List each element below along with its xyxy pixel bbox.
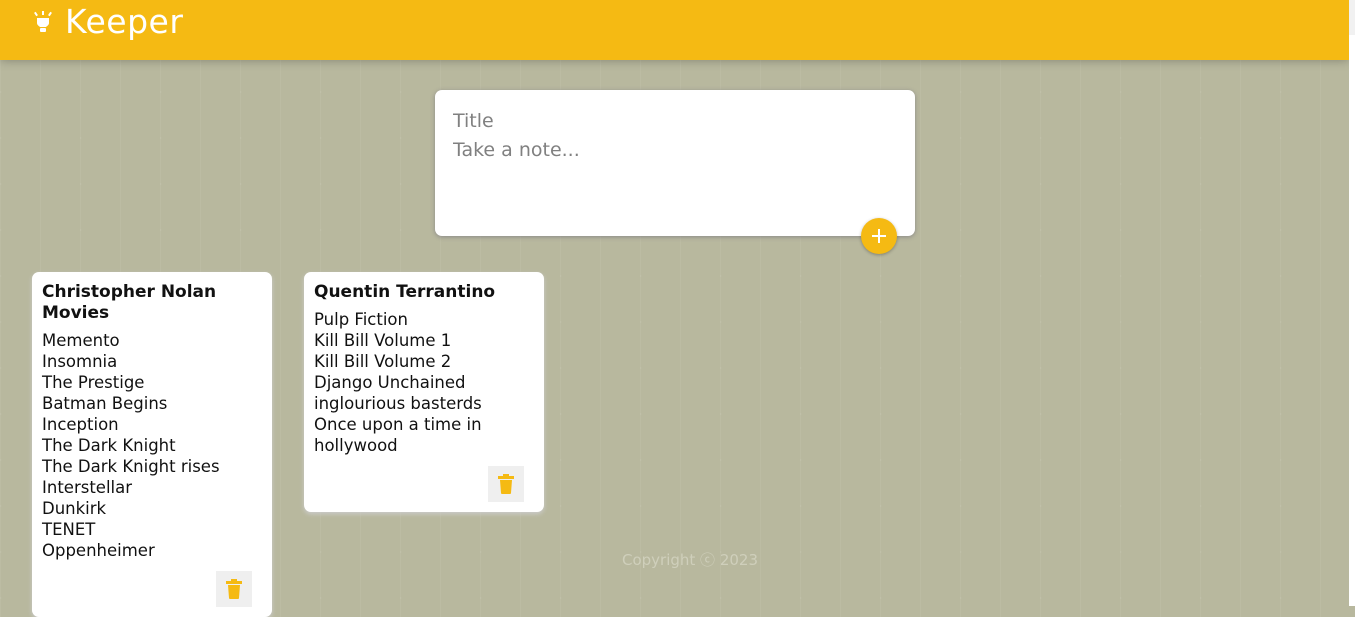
create-note-form xyxy=(435,90,915,236)
lightbulb-icon xyxy=(34,11,52,32)
delete-note-button[interactable] xyxy=(216,571,252,607)
note-line: Batman Begins xyxy=(42,394,168,413)
note-line: Inception xyxy=(42,415,119,434)
trash-icon xyxy=(226,579,242,599)
note-card: Christopher Nolan Movies Memento Insomni… xyxy=(32,272,272,617)
note-line: The Dark Knight rises xyxy=(42,457,220,476)
note-line: Memento xyxy=(42,331,120,350)
note-line: Once upon a time in hollywood xyxy=(314,415,482,455)
note-line: Oppenheimer xyxy=(42,541,155,560)
note-card: Quentin Terrantino Pulp Fiction Kill Bil… xyxy=(304,272,544,512)
plus-icon xyxy=(872,229,886,243)
footer-copyright: Copyright ⓒ 2023 xyxy=(621,551,758,569)
note-line: Insomnia xyxy=(42,352,118,371)
note-content-input[interactable] xyxy=(453,139,893,209)
note-line: TENET xyxy=(42,520,96,539)
note-line: Pulp Fiction xyxy=(314,310,408,329)
note-line: Dunkirk xyxy=(42,499,107,518)
note-title-input[interactable] xyxy=(453,106,893,136)
note-line: The Prestige xyxy=(42,373,145,392)
page-scrollbar[interactable] xyxy=(1349,0,1355,606)
note-line: inglourious basterds xyxy=(314,394,482,413)
note-title: Christopher Nolan Movies xyxy=(42,282,217,323)
delete-note-button[interactable] xyxy=(488,466,524,502)
note-line: Kill Bill Volume 1 xyxy=(314,331,452,350)
note-line: Kill Bill Volume 2 xyxy=(314,352,452,371)
note-line: Interstellar xyxy=(42,478,133,497)
app-header: Keeper xyxy=(0,0,1349,60)
app-title: Keeper xyxy=(65,2,184,41)
trash-icon xyxy=(498,474,514,494)
note-line: Django Unchained xyxy=(314,373,466,392)
add-note-button[interactable] xyxy=(861,218,897,254)
note-line: The Dark Knight xyxy=(42,436,176,455)
note-title: Quentin Terrantino xyxy=(314,282,496,302)
scrollbar-thumb[interactable] xyxy=(1349,0,1355,35)
